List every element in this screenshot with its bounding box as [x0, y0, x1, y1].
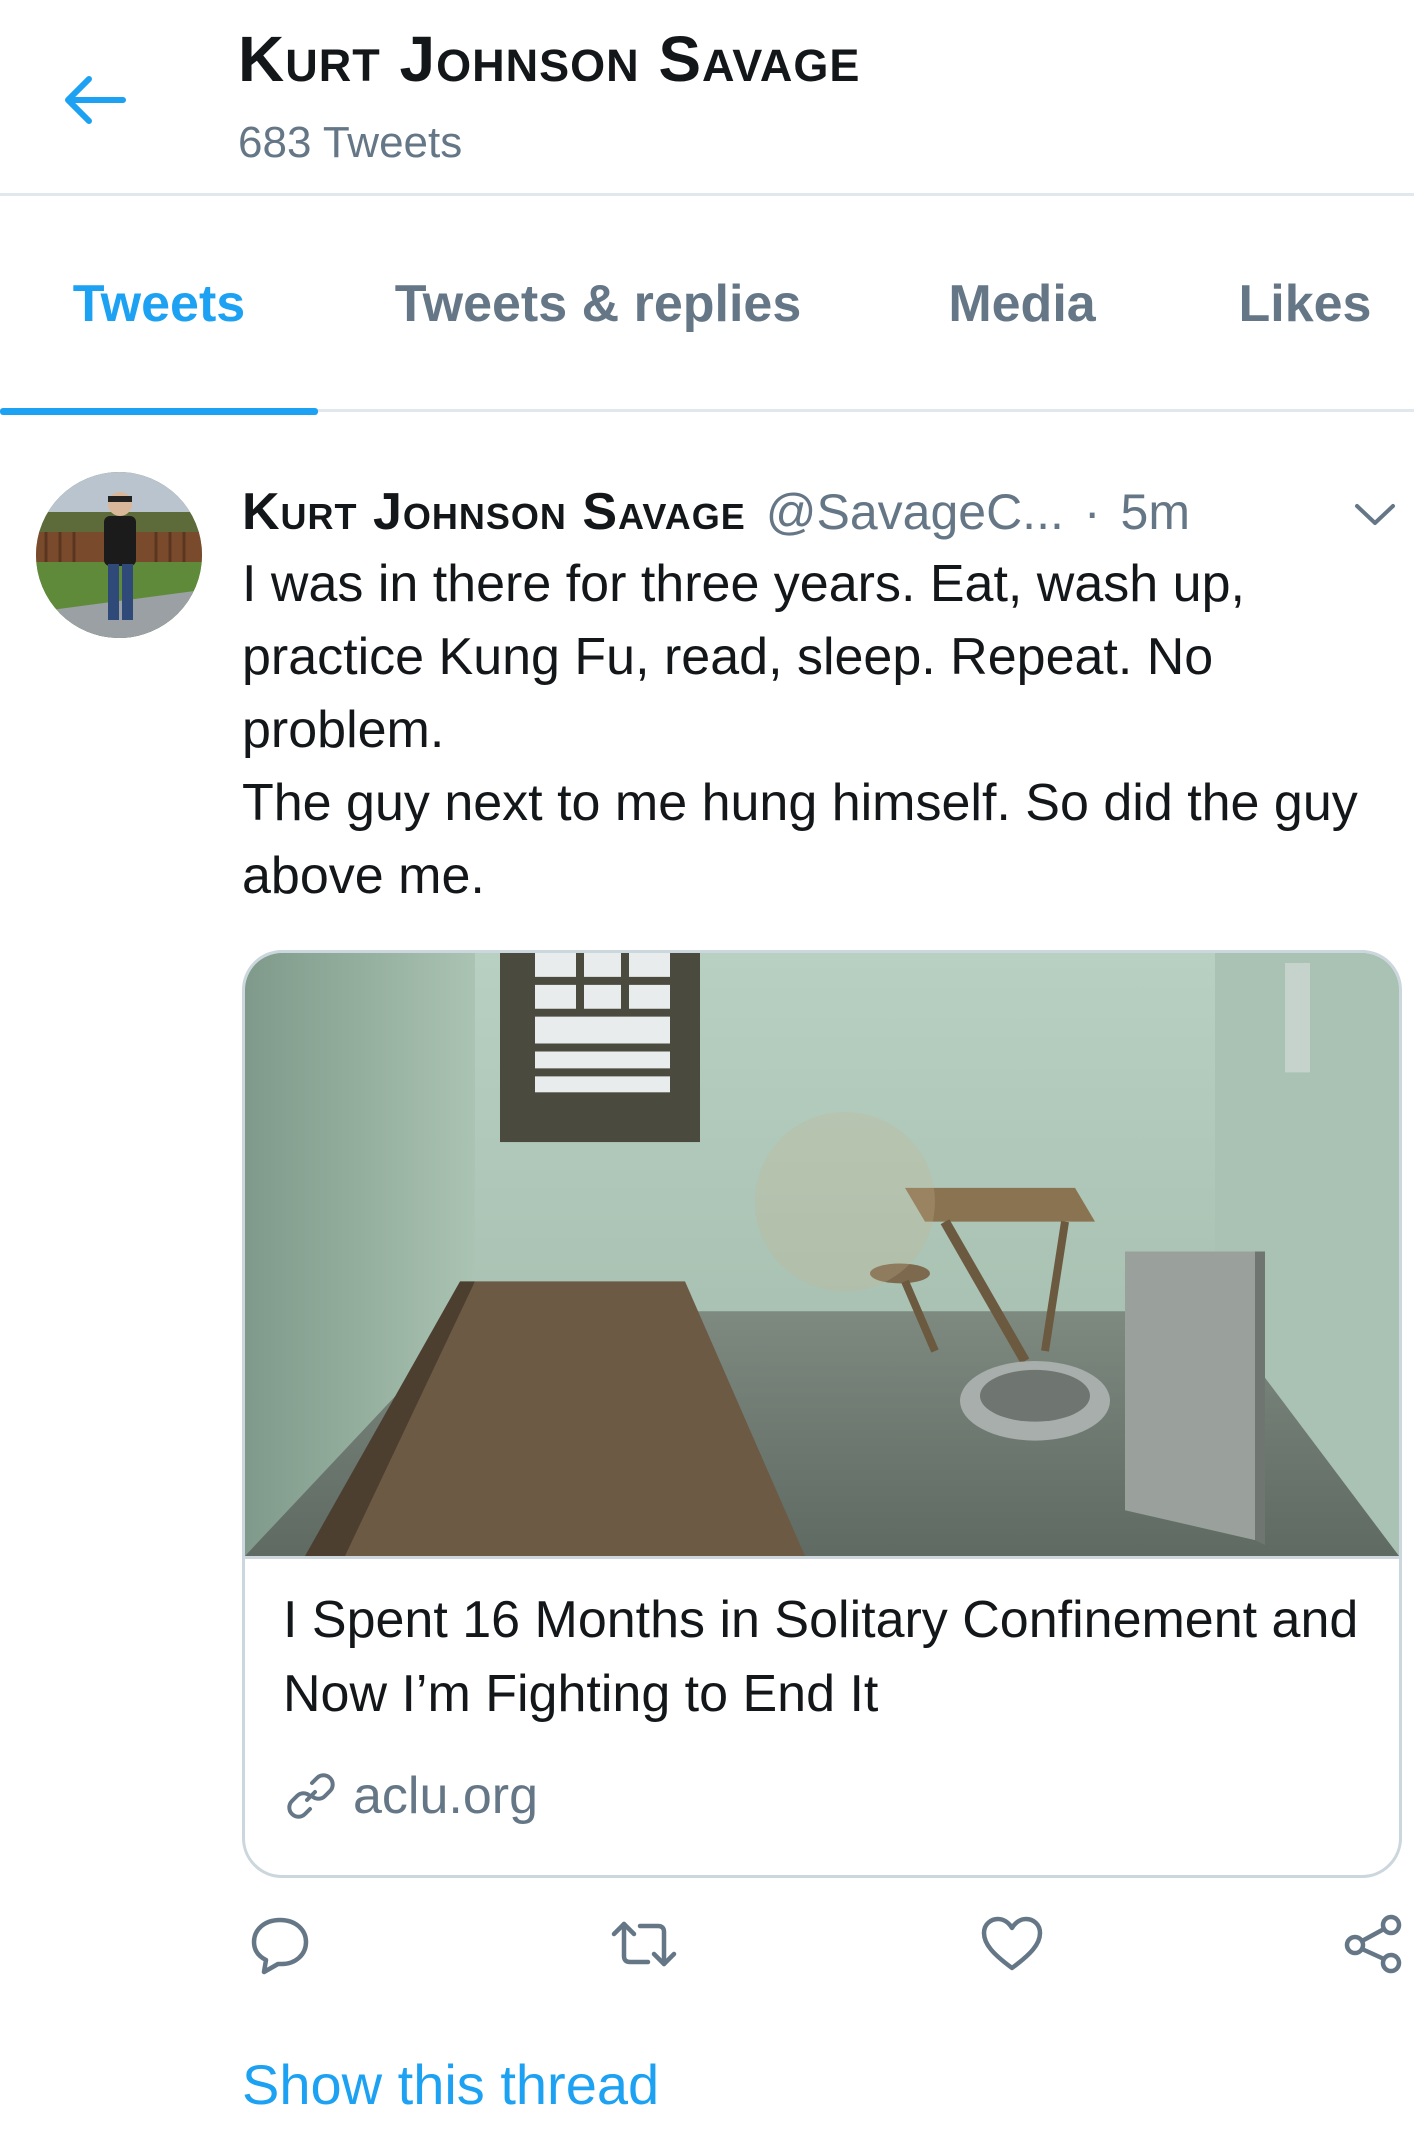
tab-media[interactable]: Media: [900, 196, 1144, 412]
share-icon: [1344, 1914, 1402, 1974]
chevron-down-icon: [1355, 504, 1395, 525]
author-name[interactable]: Kurt Johnson Savage: [242, 482, 746, 542]
tweet-timestamp[interactable]: 5m: [1121, 483, 1190, 541]
retweet-icon: [611, 1921, 677, 1967]
tweet-actions: [242, 1902, 1402, 1992]
profile-header: Kurt Johnson Savage 683 Tweets: [0, 0, 1414, 196]
tweet-count: 683 Tweets: [238, 118, 463, 167]
tweet-text-line: I was in there for three years. Eat, was…: [242, 555, 1245, 759]
share-button[interactable]: [1332, 1902, 1414, 1986]
tweet[interactable]: Kurt Johnson Savage @SavageC... · 5m I w…: [0, 412, 1414, 2144]
tab-label: Tweets & replies: [394, 275, 802, 333]
reply-button[interactable]: [238, 1902, 322, 1986]
tweet-menu-button[interactable]: [1340, 480, 1410, 550]
show-thread-link[interactable]: Show this thread: [242, 2044, 659, 2124]
tweet-header: Kurt Johnson Savage @SavageC... · 5m: [242, 472, 1282, 552]
author-handle[interactable]: @SavageC...: [766, 483, 1064, 541]
like-icon: [981, 1916, 1043, 1971]
arrow-left-icon: [65, 76, 126, 124]
tab-label: Media: [948, 275, 1096, 333]
tab-label: Likes: [1238, 275, 1372, 333]
page-title: Kurt Johnson Savage: [238, 23, 861, 95]
retweet-button[interactable]: [602, 1902, 686, 1986]
like-button[interactable]: [970, 1902, 1054, 1986]
link-preview-card[interactable]: I Spent 16 Months in Solitary Confinemen…: [242, 950, 1402, 1878]
tab-likes[interactable]: Likes: [1210, 196, 1400, 412]
tweet-text: I was in there for three years. Eat, was…: [242, 548, 1382, 913]
separator-dot: ·: [1083, 484, 1101, 540]
tab-tweets-and-replies[interactable]: Tweets & replies: [368, 196, 828, 412]
reply-icon: [251, 1917, 309, 1975]
avatar-photo: [36, 472, 202, 638]
card-domain-label: aclu.org: [353, 1767, 538, 1825]
back-button[interactable]: [56, 62, 132, 138]
avatar[interactable]: [36, 472, 202, 638]
profile-screen: Kurt Johnson Savage 683 Tweets Tweets Tw…: [0, 0, 1414, 2144]
tab-tweets[interactable]: Tweets: [0, 196, 318, 415]
card-image: [245, 953, 1399, 1559]
tweet-text-line: The guy next to me hung himself. So did …: [242, 774, 1358, 905]
link-icon: [287, 1773, 335, 1819]
tab-label: Tweets: [72, 275, 246, 333]
profile-tabs: Tweets Tweets & replies Media Likes: [0, 196, 1414, 415]
card-title: I Spent 16 Months in Solitary Confinemen…: [283, 1591, 1359, 1723]
card-domain: aclu.org: [285, 1761, 538, 1831]
